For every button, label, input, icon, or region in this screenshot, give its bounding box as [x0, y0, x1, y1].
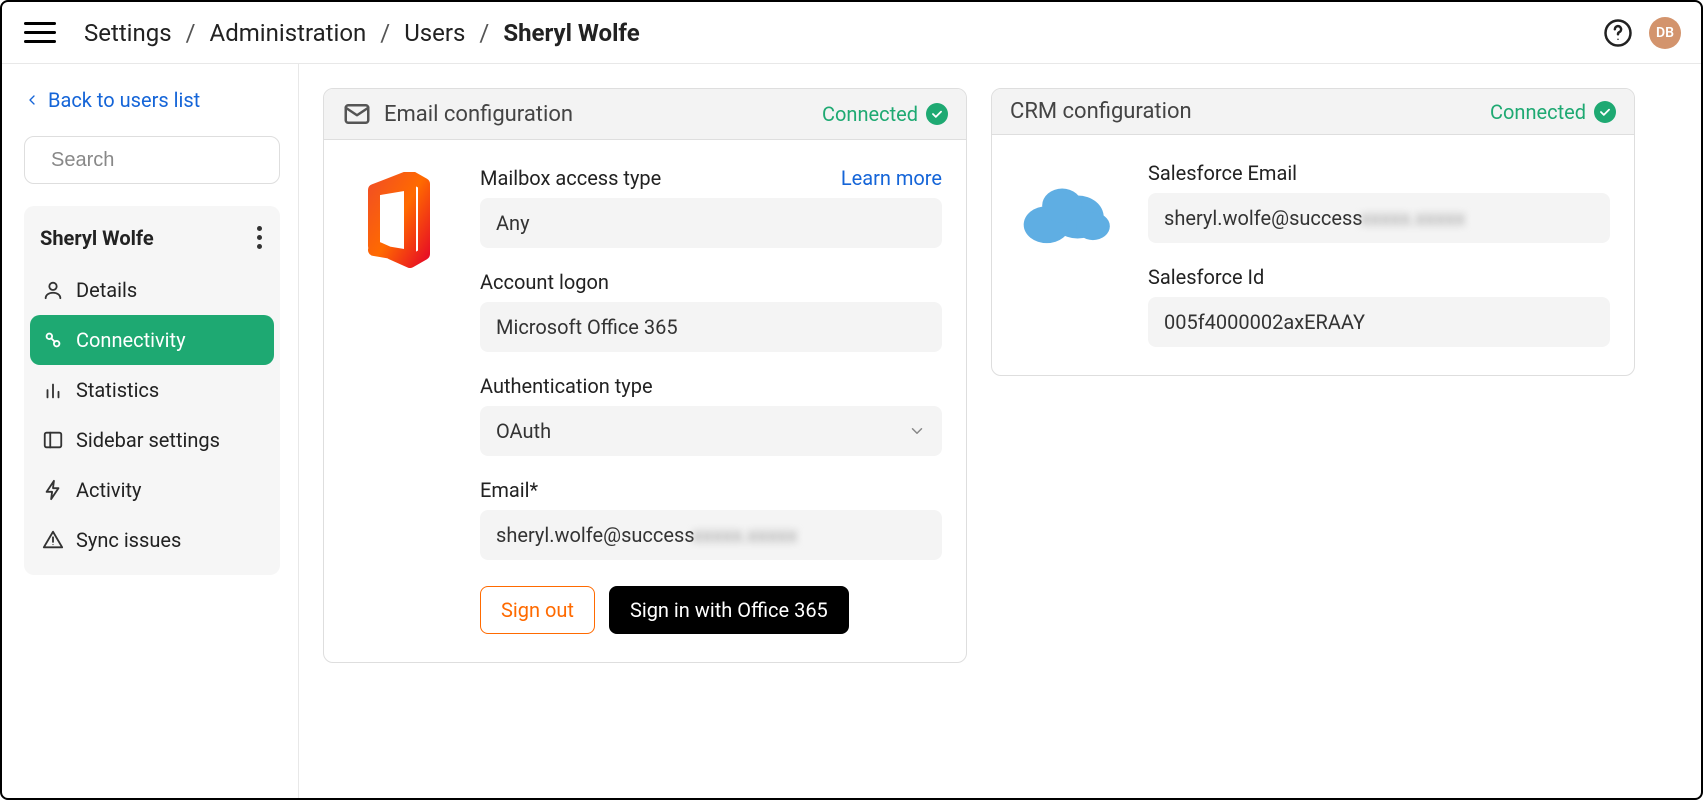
status-text: Connected	[822, 102, 918, 126]
check-circle-icon	[1594, 101, 1616, 123]
panel-icon	[42, 429, 64, 451]
sidebar-item-label: Details	[76, 278, 137, 302]
connectivity-icon	[42, 329, 64, 351]
breadcrumb-separator: /	[380, 19, 390, 47]
sidebar-item-sidebar-settings[interactable]: Sidebar settings	[30, 415, 274, 465]
mail-icon	[342, 99, 372, 129]
field-value: OAuth	[496, 419, 551, 443]
sidebar-item-label: Statistics	[76, 378, 159, 402]
status-text: Connected	[1490, 100, 1586, 124]
redacted-text: xxxxx.xxxxx	[1361, 206, 1466, 230]
card-title: Email configuration	[384, 102, 573, 127]
account-logon-label: Account logon	[480, 270, 609, 294]
field-value: Microsoft Office 365	[496, 315, 678, 339]
search-input-wrapper[interactable]	[24, 136, 280, 184]
field-value: Any	[496, 211, 530, 235]
sidebar-item-sync-issues[interactable]: Sync issues	[30, 515, 274, 565]
user-icon	[42, 279, 64, 301]
breadcrumb-item-administration[interactable]: Administration	[210, 19, 367, 47]
mailbox-access-field[interactable]: Any	[480, 198, 942, 248]
app-header: Settings / Administration / Users / Sher…	[2, 2, 1701, 64]
sf-email-field: sheryl.wolfe@successxxxxx.xxxxx	[1148, 193, 1610, 243]
email-field[interactable]: sheryl.wolfe@successxxxxx.xxxxx	[480, 510, 942, 560]
sf-id-label: Salesforce Id	[1148, 265, 1264, 289]
sidebar-item-label: Sync issues	[76, 528, 181, 552]
hamburger-menu-icon[interactable]	[24, 17, 56, 49]
card-title: CRM configuration	[1010, 99, 1192, 124]
status-badge: Connected	[822, 102, 948, 126]
mailbox-access-label: Mailbox access type	[480, 166, 661, 190]
breadcrumb-item-settings[interactable]: Settings	[84, 19, 172, 47]
main-content: Email configuration Connected	[299, 64, 1701, 798]
user-nav-card: Sheryl Wolfe Details Connectivity Statis…	[24, 206, 280, 575]
user-nav-name: Sheryl Wolfe	[40, 226, 154, 250]
help-icon[interactable]	[1603, 18, 1633, 48]
sign-in-office365-button[interactable]: Sign in with Office 365	[609, 586, 849, 634]
field-value: 005f4000002axERAAY	[1164, 310, 1365, 334]
breadcrumb-separator: /	[479, 19, 489, 47]
user-menu-icon[interactable]	[253, 222, 266, 253]
warning-icon	[42, 529, 64, 551]
email-label: Email*	[480, 478, 538, 502]
field-value: sheryl.wolfe@success	[496, 523, 695, 547]
search-input[interactable]	[49, 148, 318, 173]
status-badge: Connected	[1490, 100, 1616, 124]
chevron-down-icon	[908, 422, 926, 440]
salesforce-cloud-icon	[1016, 161, 1116, 347]
sidebar: Back to users list Sheryl Wolfe Details …	[2, 64, 299, 798]
breadcrumb-separator: /	[186, 19, 196, 47]
sidebar-item-label: Sidebar settings	[76, 428, 220, 452]
learn-more-link[interactable]: Learn more	[841, 166, 942, 190]
bar-chart-icon	[42, 379, 64, 401]
lightning-icon	[42, 479, 64, 501]
sf-id-field: 005f4000002axERAAY	[1148, 297, 1610, 347]
back-to-users-link[interactable]: Back to users list	[24, 86, 280, 114]
sidebar-item-label: Connectivity	[76, 328, 186, 352]
breadcrumb-item-current: Sheryl Wolfe	[503, 19, 639, 47]
email-configuration-card: Email configuration Connected	[323, 88, 967, 663]
breadcrumb: Settings / Administration / Users / Sher…	[84, 19, 640, 47]
sidebar-item-activity[interactable]: Activity	[30, 465, 274, 515]
sidebar-item-details[interactable]: Details	[30, 265, 274, 315]
crm-configuration-card: CRM configuration Connected	[991, 88, 1635, 376]
auth-type-label: Authentication type	[480, 374, 653, 398]
sidebar-item-connectivity[interactable]: Connectivity	[30, 315, 274, 365]
sidebar-item-label: Activity	[76, 478, 141, 502]
auth-type-select[interactable]: OAuth	[480, 406, 942, 456]
sidebar-item-statistics[interactable]: Statistics	[30, 365, 274, 415]
breadcrumb-item-users[interactable]: Users	[404, 19, 465, 47]
avatar[interactable]: DB	[1649, 17, 1681, 49]
check-circle-icon	[926, 103, 948, 125]
chevron-left-icon	[24, 92, 40, 108]
account-logon-field[interactable]: Microsoft Office 365	[480, 302, 942, 352]
sign-out-button[interactable]: Sign out	[480, 586, 595, 634]
office-365-icon	[348, 166, 448, 634]
back-link-label: Back to users list	[48, 88, 200, 112]
field-value: sheryl.wolfe@success	[1164, 206, 1363, 230]
sf-email-label: Salesforce Email	[1148, 161, 1297, 185]
redacted-text: xxxxx.xxxxx	[693, 523, 798, 547]
